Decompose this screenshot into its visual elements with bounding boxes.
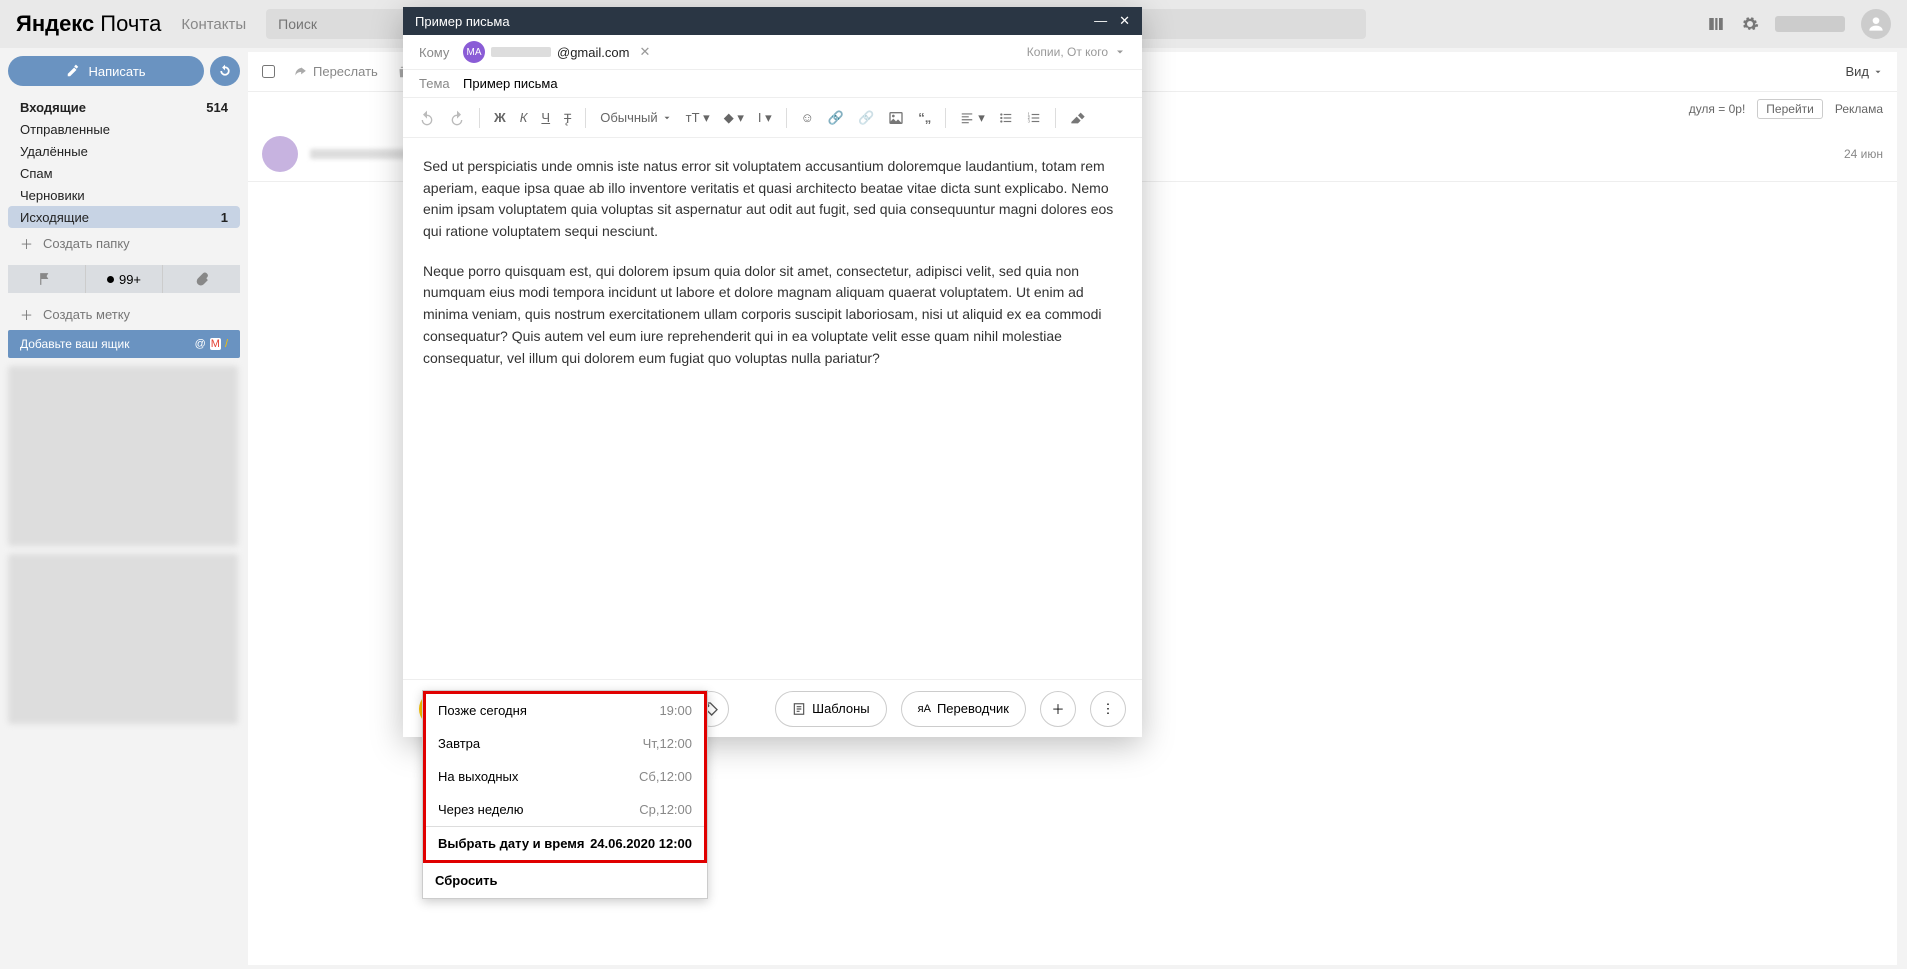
schedule-popup: Позже сегодня19:00ЗавтраЧт,12:00На выход… <box>422 690 708 899</box>
ul-icon[interactable] <box>999 111 1013 125</box>
folder-Входящие[interactable]: Входящие514 <box>8 96 240 118</box>
add-mailbox-button[interactable]: Добавьте ваш ящик @M/ <box>8 330 240 358</box>
plus-icon: ＋ <box>20 234 33 253</box>
to-label: Кому <box>419 45 463 60</box>
quote-icon[interactable]: “„ <box>918 110 931 125</box>
folder-Спам[interactable]: Спам <box>8 162 240 184</box>
refresh-button[interactable] <box>210 56 240 86</box>
select-all-checkbox[interactable] <box>262 65 275 78</box>
add-action-button[interactable]: ＋ <box>1040 691 1076 727</box>
compose-button[interactable]: Написать <box>8 56 204 86</box>
font-size-icon[interactable]: тТ ▾ <box>686 110 710 126</box>
layout-icon[interactable] <box>1707 15 1725 33</box>
sidebar-ad-image <box>8 366 238 546</box>
filter-flag-button[interactable] <box>8 265 86 293</box>
compose-window: Пример письма — ✕ Кому MA @gmail.com ✕ К… <box>403 7 1142 737</box>
emoji-icon[interactable]: ☺ <box>801 110 814 125</box>
ad-promo-text: дуля = 0р! <box>1689 102 1746 116</box>
highlight-icon[interactable]: I ▾ <box>758 110 772 126</box>
compose-title: Пример письма <box>415 14 510 29</box>
folder-Отправленные[interactable]: Отправленные <box>8 118 240 140</box>
gear-icon[interactable] <box>1741 15 1759 33</box>
link-icon[interactable]: 🔗 <box>828 110 844 126</box>
user-name-placeholder <box>1775 16 1845 32</box>
recipient-chip[interactable]: MA @gmail.com ✕ <box>463 41 650 63</box>
logo-product: Почта <box>100 11 161 37</box>
paragraph-style-select[interactable]: Обычный <box>600 110 671 125</box>
templates-button[interactable]: Шаблоны <box>775 691 887 727</box>
font-color-icon[interactable]: ◆ ▾ <box>724 110 744 126</box>
logo[interactable]: Яндекс Почта <box>16 11 161 37</box>
compose-body[interactable]: Sed ut perspiciatis unde omnis iste natu… <box>403 138 1142 679</box>
svg-text:3: 3 <box>1027 118 1030 123</box>
schedule-reset[interactable]: Сбросить <box>423 863 707 898</box>
more-button[interactable]: ⋮ <box>1090 691 1126 727</box>
compose-button-label: Написать <box>88 64 145 79</box>
folder-Черновики[interactable]: Черновики <box>8 184 240 206</box>
subject-input[interactable]: Пример письма <box>463 76 558 91</box>
sender-avatar <box>262 136 298 172</box>
strike-icon[interactable]: Ꚑ <box>564 109 571 127</box>
redo-icon[interactable] <box>449 110 465 126</box>
contacts-link[interactable]: Контакты <box>181 16 246 33</box>
subject-label: Тема <box>419 76 463 91</box>
avatar[interactable] <box>1861 9 1891 39</box>
unlink-icon[interactable]: 🔗 <box>858 110 874 126</box>
folder-Удалённые[interactable]: Удалённые <box>8 140 240 162</box>
view-toggle[interactable]: Вид <box>1845 64 1883 79</box>
ad-go-button[interactable]: Перейти <box>1757 99 1823 119</box>
schedule-option[interactable]: Позже сегодня19:00 <box>426 694 704 727</box>
underline-icon[interactable]: Ч <box>541 110 550 125</box>
sidebar-ad-image <box>8 554 238 724</box>
folder-Исходящие[interactable]: Исходящие1 <box>8 206 240 228</box>
image-icon[interactable] <box>888 110 904 126</box>
close-icon[interactable]: ✕ <box>1119 13 1130 29</box>
remove-recipient-icon[interactable]: ✕ <box>639 44 650 60</box>
schedule-option[interactable]: Через неделюСр,12:00 <box>426 793 704 826</box>
ad-label: Реклама <box>1835 102 1883 116</box>
create-label[interactable]: ＋ Создать метку <box>8 299 240 330</box>
forward-button[interactable]: Переслать <box>293 64 378 79</box>
cc-toggle[interactable]: Копии, От кого <box>1027 45 1126 59</box>
translator-button[interactable]: яA Переводчик <box>901 691 1026 727</box>
align-icon[interactable]: ▾ <box>960 110 985 126</box>
filter-attachment-button[interactable] <box>163 265 240 293</box>
schedule-custom[interactable]: Выбрать дату и время 24.06.2020 12:00 <box>426 827 704 860</box>
plus-icon: ＋ <box>20 305 33 324</box>
minimize-icon[interactable]: — <box>1094 13 1107 29</box>
italic-icon[interactable]: К <box>520 110 528 125</box>
clear-format-icon[interactable] <box>1070 110 1086 126</box>
ol-icon[interactable]: 123 <box>1027 111 1041 125</box>
undo-icon[interactable] <box>419 110 435 126</box>
create-folder[interactable]: ＋ Создать папку <box>8 228 240 259</box>
message-date: 24 июн <box>1844 147 1883 161</box>
bold-icon[interactable]: Ж <box>494 110 506 125</box>
logo-brand: Яндекс <box>16 11 94 37</box>
schedule-option[interactable]: На выходныхСб,12:00 <box>426 760 704 793</box>
recipient-avatar: MA <box>463 41 485 63</box>
filter-unread-button[interactable]: 99+ <box>86 265 164 293</box>
schedule-option[interactable]: ЗавтраЧт,12:00 <box>426 727 704 760</box>
